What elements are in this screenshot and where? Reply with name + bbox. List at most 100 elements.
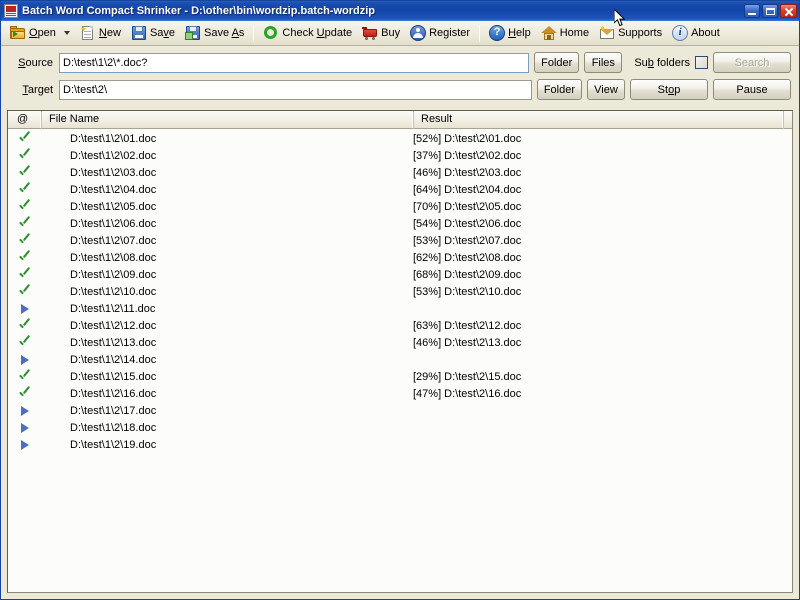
target-folder-button[interactable]: Folder [537, 79, 582, 100]
close-button[interactable] [780, 4, 797, 18]
table-row[interactable]: D:\test\1\2\12.doc[63%] D:\test\2\12.doc [8, 317, 792, 334]
row-result: [29%] D:\test\2\15.doc [413, 371, 783, 383]
row-file-name: D:\test\1\2\13.doc [41, 337, 413, 349]
row-result: [54%] D:\test\2\06.doc [413, 218, 783, 230]
row-file-name: D:\test\1\2\17.doc [41, 405, 413, 417]
row-file-name: D:\test\1\2\02.doc [41, 150, 413, 162]
target-label: Target [9, 84, 53, 96]
table-row[interactable]: D:\test\1\2\11.doc [8, 300, 792, 317]
table-row[interactable]: D:\test\1\2\02.doc[37%] D:\test\2\02.doc [8, 147, 792, 164]
check-icon [18, 166, 31, 179]
row-file-name: D:\test\1\2\03.doc [41, 167, 413, 179]
check-icon [18, 234, 31, 247]
source-files-button[interactable]: Files [584, 52, 622, 73]
row-result: [53%] D:\test\2\07.doc [413, 235, 783, 247]
table-row[interactable]: D:\test\1\2\15.doc[29%] D:\test\2\15.doc [8, 368, 792, 385]
maximize-button[interactable] [762, 4, 778, 18]
table-row[interactable]: D:\test\1\2\08.doc[62%] D:\test\2\08.doc [8, 249, 792, 266]
row-file-name: D:\test\1\2\08.doc [41, 252, 413, 264]
mail-support-icon: ✦ [599, 25, 615, 41]
file-list-body[interactable]: D:\test\1\2\01.doc[52%] D:\test\2\01.doc… [8, 129, 792, 592]
row-status-cell [8, 268, 41, 281]
row-status-cell [8, 149, 41, 162]
toolbar-button-check-update[interactable]: Check Update [258, 23, 357, 44]
row-result: [46%] D:\test\2\03.doc [413, 167, 783, 179]
toolbar-separator-1 [253, 25, 254, 42]
table-row[interactable]: D:\test\1\2\10.doc[53%] D:\test\2\10.doc [8, 283, 792, 300]
toolbar: Open ✦ New Save Save As [1, 21, 799, 46]
path-panel: Source D:\test\1\2\*.doc? Folder Files S… [1, 46, 799, 110]
row-file-name: D:\test\1\2\10.doc [41, 286, 413, 298]
table-row[interactable]: D:\test\1\2\04.doc[64%] D:\test\2\04.doc [8, 181, 792, 198]
table-row[interactable]: D:\test\1\2\19.doc [8, 436, 792, 453]
check-icon [18, 132, 31, 145]
column-header-filler [783, 111, 792, 129]
new-page-icon: ✦ [80, 25, 96, 41]
row-status-cell [8, 234, 41, 247]
toolbar-label-check-update: Check Update [282, 27, 352, 39]
row-file-name: D:\test\1\2\19.doc [41, 439, 413, 451]
toolbar-button-buy[interactable]: Buy [357, 23, 405, 44]
row-status-cell [8, 438, 41, 451]
check-icon [18, 200, 31, 213]
subfolders-checkbox[interactable] [695, 56, 708, 69]
toolbar-button-register[interactable]: Register [405, 23, 475, 44]
check-icon [18, 387, 31, 400]
row-status-cell [8, 319, 41, 332]
toolbar-button-home[interactable]: Home [536, 23, 594, 44]
row-file-name: D:\test\1\2\01.doc [41, 133, 413, 145]
row-file-name: D:\test\1\2\18.doc [41, 422, 413, 434]
column-header-file-name[interactable]: File Name [41, 111, 413, 129]
target-input[interactable]: D:\test\2\ [59, 80, 532, 100]
table-row[interactable]: D:\test\1\2\18.doc [8, 419, 792, 436]
table-row[interactable]: D:\test\1\2\13.doc[46%] D:\test\2\13.doc [8, 334, 792, 351]
row-file-name: D:\test\1\2\06.doc [41, 218, 413, 230]
file-list-header: @ File Name Result [8, 111, 792, 129]
subfolders-option[interactable]: Sub folders [634, 56, 708, 69]
toolbar-button-open[interactable]: Open [5, 23, 61, 44]
row-status-cell [8, 336, 41, 349]
table-row[interactable]: D:\test\1\2\01.doc[52%] D:\test\2\01.doc [8, 130, 792, 147]
row-status-cell [8, 285, 41, 298]
check-icon [18, 183, 31, 196]
table-row[interactable]: D:\test\1\2\17.doc [8, 402, 792, 419]
target-view-button[interactable]: View [587, 79, 625, 100]
minimize-button[interactable] [744, 4, 760, 18]
toolbar-button-save[interactable]: Save [126, 23, 180, 44]
table-row[interactable]: D:\test\1\2\09.doc[68%] D:\test\2\09.doc [8, 266, 792, 283]
table-row[interactable]: D:\test\1\2\06.doc[54%] D:\test\2\06.doc [8, 215, 792, 232]
toolbar-label-home: Home [560, 27, 589, 39]
search-button[interactable]: Search [713, 52, 791, 73]
open-dropdown-arrow-icon[interactable] [64, 31, 70, 35]
toolbar-button-about[interactable]: i About [667, 23, 725, 44]
row-result: [64%] D:\test\2\04.doc [413, 184, 783, 196]
row-status-cell [8, 353, 41, 366]
pause-button[interactable]: Pause [713, 79, 791, 100]
column-header-at[interactable]: @ [8, 111, 41, 129]
table-row[interactable]: D:\test\1\2\05.doc[70%] D:\test\2\05.doc [8, 198, 792, 215]
table-row[interactable]: D:\test\1\2\03.doc[46%] D:\test\2\03.doc [8, 164, 792, 181]
row-file-name: D:\test\1\2\04.doc [41, 184, 413, 196]
row-status-cell [8, 166, 41, 179]
column-header-result[interactable]: Result [413, 111, 783, 129]
toolbar-button-new[interactable]: ✦ New [75, 23, 126, 44]
toolbar-button-save-as[interactable]: Save As [180, 23, 249, 44]
table-row[interactable]: D:\test\1\2\07.doc[53%] D:\test\2\07.doc [8, 232, 792, 249]
title-bar[interactable]: Batch Word Compact Shrinker - D:\other\b… [1, 1, 799, 21]
subfolders-label: Sub folders [634, 57, 690, 69]
row-result: [68%] D:\test\2\09.doc [413, 269, 783, 281]
source-folder-button[interactable]: Folder [534, 52, 579, 73]
row-result: [63%] D:\test\2\12.doc [413, 320, 783, 332]
toolbar-label-save-as: Save As [204, 27, 244, 39]
source-input[interactable]: D:\test\1\2\*.doc? [59, 53, 529, 73]
play-triangle-icon [18, 421, 31, 434]
stop-button[interactable]: Stop [630, 79, 708, 100]
toolbar-button-supports[interactable]: ✦ Supports [594, 23, 667, 44]
row-status-cell [8, 217, 41, 230]
source-label: Source [9, 57, 53, 69]
toolbar-button-help[interactable]: ? Help [484, 23, 536, 44]
toolbar-label-help: Help [508, 27, 531, 39]
row-file-name: D:\test\1\2\07.doc [41, 235, 413, 247]
table-row[interactable]: D:\test\1\2\14.doc [8, 351, 792, 368]
table-row[interactable]: D:\test\1\2\16.doc[47%] D:\test\2\16.doc [8, 385, 792, 402]
